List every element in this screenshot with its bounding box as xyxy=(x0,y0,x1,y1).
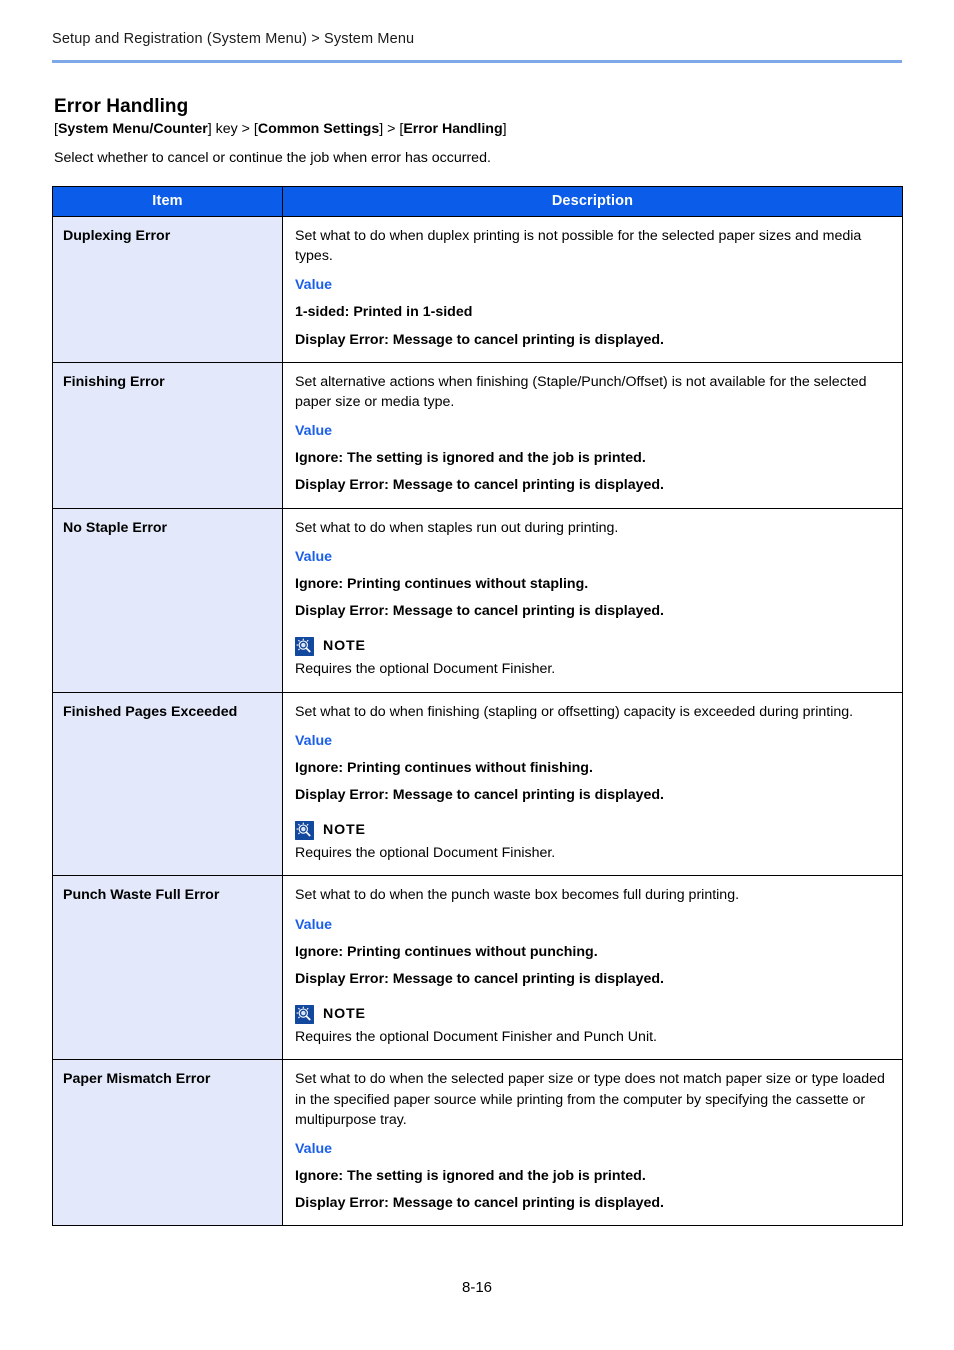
note-heading: NOTE xyxy=(295,820,890,840)
row-item-label: Finished Pages Exceeded xyxy=(52,691,283,877)
note-label: NOTE xyxy=(323,822,366,839)
row-description: Set what to do when duplex printing is n… xyxy=(282,216,903,363)
row-description: Set what to do when staples run out duri… xyxy=(282,507,903,693)
value-label: Value xyxy=(295,732,333,749)
table-row: Duplexing Error Set what to do when dupl… xyxy=(52,216,903,363)
value-label: Value xyxy=(295,1140,333,1157)
value-option: 1-sided: Printed in 1-sided xyxy=(295,304,473,321)
table-header-row: Item Description xyxy=(52,186,903,217)
note-body-text: Requires the optional Document Finisher. xyxy=(295,661,556,678)
nav-bracket-close-2: ] xyxy=(379,121,384,137)
page-title: Error Handling xyxy=(54,95,189,117)
nav-step-2: Common Settings xyxy=(257,121,380,137)
note-label: NOTE xyxy=(323,638,366,655)
value-option: Display Error: Message to cancel printin… xyxy=(295,786,664,803)
nav-bracket-close: ] xyxy=(207,121,212,137)
page-number: 8-16 xyxy=(461,1279,493,1296)
column-header-item: Item xyxy=(52,186,283,217)
value-label: Value xyxy=(295,548,333,565)
row-item-label: Paper Mismatch Error xyxy=(52,1059,283,1227)
header-divider xyxy=(52,60,902,63)
nav-step-1: System Menu/Counter xyxy=(57,121,208,137)
note-magnifier-icon xyxy=(295,1004,314,1024)
row-item-label: Duplexing Error xyxy=(52,216,283,363)
value-option: Display Error: Message to cancel printin… xyxy=(295,970,664,987)
row-body-text: Set what to do when staples run out duri… xyxy=(295,519,619,536)
intro-text: Select whether to cancel or continue the… xyxy=(54,150,491,166)
row-body-text: Set what to do when the selected paper s… xyxy=(295,1071,885,1128)
navigation-path: [System Menu/Counter] key > [Common Sett… xyxy=(54,121,507,137)
document-page: Setup and Registration (System Menu) > S… xyxy=(0,0,954,1350)
value-option: Ignore: Printing continues without punch… xyxy=(295,943,598,960)
note-body-text: Requires the optional Document Finisher. xyxy=(295,845,556,862)
table-row: Finished Pages Exceeded Set what to do w… xyxy=(52,691,903,877)
nav-bracket-close-3: ] xyxy=(502,121,507,137)
row-body-text: Set what to do when the punch waste box … xyxy=(295,887,740,904)
table-body: Duplexing Error Set what to do when dupl… xyxy=(52,216,903,1227)
value-option: Ignore: Printing continues without finis… xyxy=(295,759,593,776)
value-label: Value xyxy=(295,423,333,440)
value-option: Ignore: The setting is ignored and the j… xyxy=(295,1168,646,1184)
row-description: Set alternative actions when finishing (… xyxy=(282,361,903,509)
row-description: Set what to do when the selected paper s… xyxy=(282,1059,903,1227)
row-item-label: No Staple Error xyxy=(52,507,283,693)
row-item-label: Finishing Error xyxy=(52,361,283,509)
value-label: Value xyxy=(295,916,333,933)
error-handling-table: Item Description Duplexing Error Set wha… xyxy=(52,186,903,1227)
table-row: Paper Mismatch Error Set what to do when… xyxy=(52,1059,903,1227)
note-body-text: Requires the optional Document Finisher … xyxy=(295,1029,657,1046)
value-option: Display Error: Message to cancel printin… xyxy=(295,331,664,348)
table-row: No Staple Error Set what to do when stap… xyxy=(52,507,903,693)
column-header-description: Description xyxy=(282,186,903,217)
value-option: Ignore: Printing continues without stapl… xyxy=(295,575,589,592)
value-option: Display Error: Message to cancel printin… xyxy=(295,477,664,494)
note-label: NOTE xyxy=(323,1006,366,1023)
value-option: Display Error: Message to cancel printin… xyxy=(295,1195,664,1212)
note-magnifier-icon xyxy=(295,820,314,840)
row-body-text: Set what to do when duplex printing is n… xyxy=(295,228,862,265)
value-label: Value xyxy=(295,277,333,294)
value-option: Ignore: The setting is ignored and the j… xyxy=(295,450,646,467)
table-row: Finishing Error Set alternative actions … xyxy=(52,361,903,509)
row-body-text: Set what to do when finishing (stapling … xyxy=(295,703,854,720)
nav-step-3: Error Handling xyxy=(403,121,503,137)
nav-key-suffix: key xyxy=(215,121,238,137)
row-item-label: Punch Waste Full Error xyxy=(52,875,283,1061)
value-option: Display Error: Message to cancel printin… xyxy=(295,603,664,620)
note-magnifier-icon xyxy=(295,636,314,656)
row-body-text: Set alternative actions when finishing (… xyxy=(295,373,867,410)
table-row: Punch Waste Full Error Set what to do wh… xyxy=(52,875,903,1061)
note-heading: NOTE xyxy=(295,636,890,656)
row-description: Set what to do when the punch waste box … xyxy=(282,875,903,1061)
breadcrumb: Setup and Registration (System Menu) > S… xyxy=(52,31,415,47)
note-heading: NOTE xyxy=(295,1004,890,1024)
row-description: Set what to do when finishing (stapling … xyxy=(282,691,903,877)
